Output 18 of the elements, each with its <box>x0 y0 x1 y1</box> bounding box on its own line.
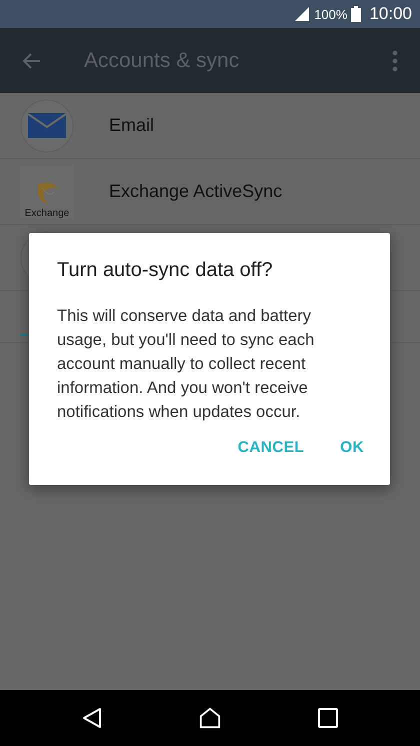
back-icon[interactable] <box>81 707 103 729</box>
dialog-message: This will conserve data and battery usage, but you'll need to sync each account manually to collect recent information. And you won't receive notifications when updates occur. <box>57 306 316 423</box>
battery-percentage: 100% <box>314 6 348 22</box>
signal-icon <box>294 6 310 22</box>
cancel-button[interactable]: CANCEL <box>224 431 318 465</box>
account-item[interactable]: Email <box>0 93 420 159</box>
account-name: Exchange ActiveSync <box>109 181 282 202</box>
dialog-title: Turn auto-sync data off? <box>57 259 274 282</box>
account-item[interactable]: Exchange Exchange ActiveSync <box>0 159 420 225</box>
screen-title: Accounts & sync <box>84 48 240 72</box>
recent-apps-icon[interactable] <box>317 707 339 729</box>
battery-icon <box>351 6 362 22</box>
exchange-logo: Exchange <box>20 164 74 218</box>
ok-button[interactable]: OK <box>326 431 378 465</box>
clock: 10:00 <box>369 4 412 24</box>
account-name: Email <box>109 115 154 136</box>
envelope-icon <box>20 98 74 152</box>
home-icon[interactable] <box>199 707 221 729</box>
